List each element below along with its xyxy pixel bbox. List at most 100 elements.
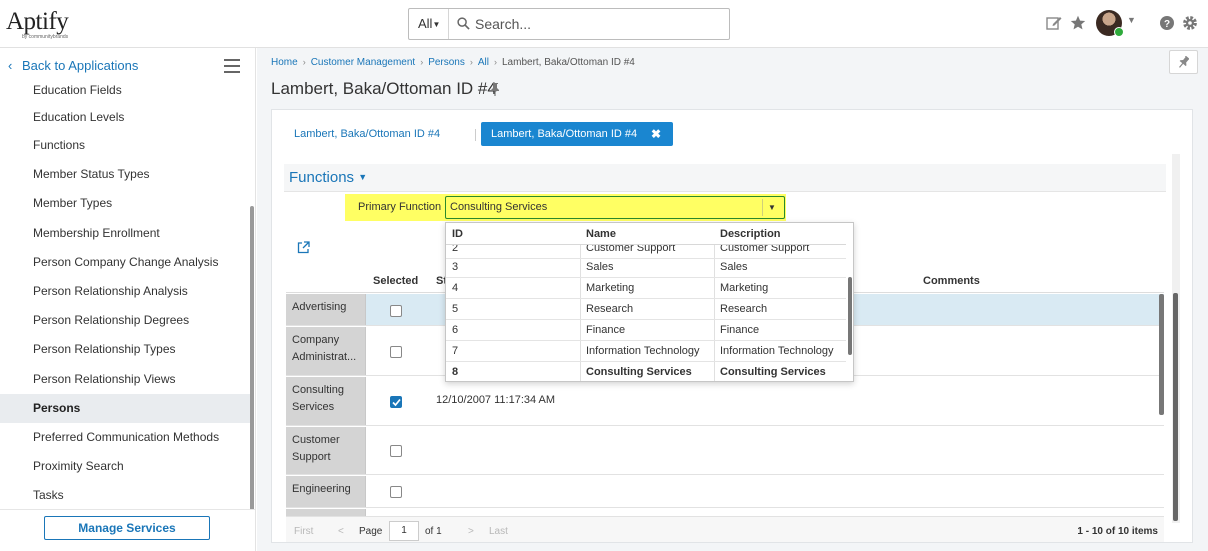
breadcrumb-customer-management[interactable]: Customer Management: [311, 57, 416, 68]
row-label: Company Administrat...: [286, 327, 366, 375]
primary-function-label: Primary Function: [358, 201, 442, 213]
chevron-left-icon: ‹: [8, 58, 13, 73]
breadcrumb-separator-icon: ›: [469, 57, 473, 67]
dropdown-option[interactable]: 3 Sales Sales: [446, 257, 846, 278]
sidebar-item-person-relationship-types[interactable]: Person Relationship Types: [0, 335, 250, 364]
sidebar-footer: Manage Services: [0, 509, 255, 551]
pager-page-input[interactable]: 1: [389, 521, 419, 541]
pager-of-label: of 1: [425, 526, 442, 537]
pin-icon[interactable]: [490, 83, 500, 96]
row-checkbox[interactable]: [390, 305, 402, 317]
row-checkbox[interactable]: [390, 445, 402, 457]
sidebar-item-membership-enrollment[interactable]: Membership Enrollment: [0, 219, 250, 248]
pager-last[interactable]: Last: [489, 526, 508, 537]
pager-prev-icon[interactable]: <: [338, 526, 344, 537]
dropdown-option[interactable]: 6 Finance Finance: [446, 320, 846, 341]
user-menu-caret-icon[interactable]: ▼: [1127, 15, 1136, 25]
column-header-comments[interactable]: Comments: [923, 275, 980, 287]
sidebar-item-education-fields[interactable]: Education Fields: [0, 76, 250, 105]
sidebar-item-person-relationship-views[interactable]: Person Relationship Views: [0, 365, 250, 394]
search-icon: [457, 17, 470, 30]
row-label: Consulting Services: [286, 377, 366, 425]
sidebar-item-education-levels[interactable]: Education Levels: [0, 103, 250, 132]
table-row[interactable]: Customer Support: [286, 427, 1164, 475]
dropdown-option-selected[interactable]: 8 Consulting Services Consulting Service…: [446, 362, 846, 381]
functions-section-header[interactable]: Functions ▼: [284, 164, 1166, 192]
dropdown-arrow-icon[interactable]: ▼: [762, 199, 781, 216]
sidebar-item-preferred-communication-methods[interactable]: Preferred Communication Methods: [0, 423, 250, 452]
sidebar-item-persons[interactable]: Persons: [0, 394, 250, 423]
svg-text:?: ?: [1164, 19, 1170, 30]
sidebar-item-proximity-search[interactable]: Proximity Search: [0, 452, 250, 481]
pager-first[interactable]: First: [294, 526, 313, 537]
sidebar-item-person-relationship-degrees[interactable]: Person Relationship Degrees: [0, 306, 250, 335]
edit-icon[interactable]: [1045, 14, 1063, 32]
row-checkbox-checked[interactable]: [390, 396, 402, 408]
pager-item-count: 1 - 10 of 10 items: [1077, 526, 1158, 537]
star-icon[interactable]: [1069, 14, 1087, 32]
dropdown-header: ID Name Description: [446, 223, 846, 245]
primary-function-dropdown-list[interactable]: 2 Customer Support Customer Support 3 Sa…: [445, 222, 854, 382]
global-search: All▼: [408, 8, 730, 40]
table-row[interactable]: Engineering: [286, 476, 1164, 508]
manage-services-button[interactable]: Manage Services: [44, 516, 210, 540]
breadcrumb-persons[interactable]: Persons: [428, 57, 465, 68]
external-link-icon[interactable]: [297, 241, 310, 254]
pin-icon: [1179, 56, 1189, 68]
dropdown-scrollbar[interactable]: [848, 277, 852, 355]
logo-text: Aptify: [6, 8, 69, 35]
sidebar-item-person-relationship-analysis[interactable]: Person Relationship Analysis: [0, 277, 250, 306]
sidebar-item-tasks[interactable]: Tasks: [0, 481, 250, 510]
close-icon[interactable]: ✖: [651, 122, 661, 146]
sidebar-scrollbar[interactable]: [250, 206, 254, 512]
table-row[interactable]: Consulting Services 12/10/2007 11:17:34 …: [286, 377, 1164, 426]
breadcrumb-current: Lambert, Baka/Ottoman ID #4: [502, 57, 635, 68]
gear-icon[interactable]: [1181, 14, 1199, 32]
breadcrumb-separator-icon: ›: [494, 57, 497, 67]
row-checkbox[interactable]: [390, 346, 402, 358]
sidebar-item-person-company-change-analysis[interactable]: Person Company Change Analysis: [0, 248, 250, 277]
dropdown-option[interactable]: 4 Marketing Marketing: [446, 278, 846, 299]
tab-record-list[interactable]: Lambert, Baka/Ottoman ID #4: [294, 128, 440, 140]
row-label: Customer Support: [286, 427, 366, 474]
checkmark-icon: [392, 398, 401, 407]
pager-page-label: Page: [359, 526, 383, 537]
column-header-selected[interactable]: Selected: [373, 275, 418, 287]
dropdown-option[interactable]: 7 Information Technology Information Tec…: [446, 341, 846, 362]
sidebar-item-member-status-types[interactable]: Member Status Types: [0, 160, 250, 189]
grid-scrollbar[interactable]: [1159, 294, 1164, 415]
caret-down-icon: ▼: [432, 20, 441, 29]
hamburger-menu-icon[interactable]: [224, 59, 240, 73]
row-label: Engineering: [286, 476, 366, 507]
back-to-applications-link[interactable]: ‹ Back to Applications: [8, 58, 138, 73]
help-icon[interactable]: ?: [1158, 14, 1176, 32]
grid-pager: First < Page 1 of 1 > Last 1 - 10 of 10 …: [286, 516, 1164, 542]
card-scrollbar[interactable]: [1173, 293, 1178, 521]
breadcrumb-all[interactable]: All: [478, 57, 489, 68]
breadcrumb-home[interactable]: Home: [271, 57, 298, 68]
pin-panel-button[interactable]: [1169, 50, 1198, 74]
row-date: 12/10/2007 11:17:34 AM: [436, 394, 556, 406]
dropdown-option[interactable]: 5 Research Research: [446, 299, 846, 320]
pager-next-icon[interactable]: >: [468, 526, 474, 537]
search-scope-dropdown[interactable]: All▼: [409, 9, 449, 39]
aptify-logo[interactable]: Aptify by communitybrands: [6, 6, 76, 42]
dropdown-column-name: Name: [586, 228, 616, 240]
sidebar: ‹ Back to Applications Education Fields E…: [0, 48, 256, 551]
sidebar-item-functions[interactable]: Functions: [0, 131, 250, 160]
search-input[interactable]: [475, 13, 715, 35]
primary-function-select[interactable]: Consulting Services ▼: [445, 196, 785, 219]
page-title: Lambert, Baka/Ottoman ID #4: [271, 79, 497, 98]
row-checkbox[interactable]: [390, 486, 402, 498]
caret-down-icon: ▼: [358, 172, 368, 182]
sidebar-item-member-types[interactable]: Member Types: [0, 189, 250, 218]
row-label: Advertising: [286, 294, 366, 325]
breadcrumb-separator-icon: ›: [302, 57, 306, 67]
dropdown-column-id: ID: [452, 228, 463, 240]
functions-section-title[interactable]: Functions ▼: [289, 169, 367, 186]
online-status-indicator: [1114, 27, 1124, 37]
tab-record-active[interactable]: Lambert, Baka/Ottoman ID #4 ✖: [481, 122, 673, 146]
top-bar: Aptify by communitybrands All▼ ▼ ?: [0, 0, 1208, 48]
back-label: Back to Applications: [22, 58, 139, 73]
search-scope-value: All: [418, 16, 433, 31]
